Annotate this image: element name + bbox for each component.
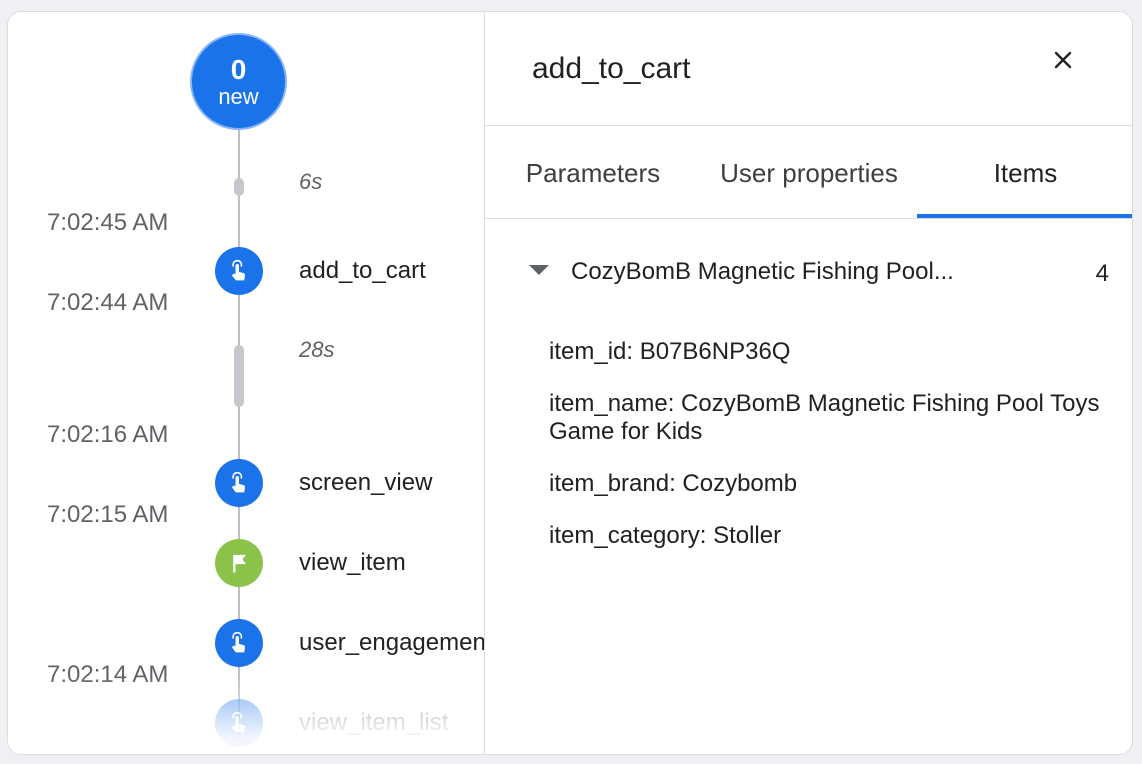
tab-items[interactable]: Items [917,126,1132,220]
item-param: item_name: CozyBomB Magnetic Fishing Poo… [549,390,1100,445]
new-count: 0 [230,53,247,85]
event-user-engagement[interactable]: user_engagement [299,629,484,657]
duration-label: 28s [299,337,335,362]
tab-user-properties[interactable]: User properties [701,126,917,220]
detail-title: add_to_cart [532,52,691,85]
close-icon [1054,51,1072,69]
timeline-fade [8,676,484,754]
event-add-to-cart[interactable]: add_to_cart [299,257,426,285]
touch-icon[interactable] [215,619,263,667]
event-timeline[interactable]: 0 new 6s 28s 7:02:45 AM 7:02:44 AM 7:02:… [8,12,484,754]
item-expander[interactable]: CozyBomB Magnetic Fishing Pool... 4 [529,256,1109,292]
item-title: CozyBomB Magnetic Fishing Pool... [571,258,954,285]
item-param-count: 4 [1095,260,1109,287]
duration-label: 6s [299,169,323,194]
item-param: item_brand: Cozybomb [549,470,798,497]
timestamp: 7:02:15 AM [47,501,169,528]
new-events-badge[interactable]: 0 new [190,33,287,130]
close-button[interactable] [1045,42,1081,78]
tabs-divider [485,218,1132,219]
new-label: new [218,83,259,109]
event-view-item[interactable]: view_item [299,549,406,577]
duration-marker [234,345,244,407]
timestamp: 7:02:44 AM [47,289,169,316]
touch-icon[interactable] [215,247,263,295]
caret-down-icon [529,265,549,275]
timestamp: 7:02:16 AM [47,421,169,448]
event-detail-panel: add_to_cart Parameters User properties I… [485,12,1132,754]
timestamp: 7:02:45 AM [47,209,169,236]
item-param: item_category: Stoller [549,522,782,549]
touch-icon[interactable] [215,459,263,507]
duration-marker [234,178,244,196]
flag-icon[interactable] [215,539,263,587]
item-param: item_id: B07B6NP36Q [549,338,791,365]
detail-tabs: Parameters User properties Items [485,126,1132,220]
tab-parameters[interactable]: Parameters [485,126,701,220]
event-screen-view[interactable]: screen_view [299,469,432,497]
debug-view-card: 0 new 6s 28s 7:02:45 AM 7:02:44 AM 7:02:… [7,11,1133,755]
